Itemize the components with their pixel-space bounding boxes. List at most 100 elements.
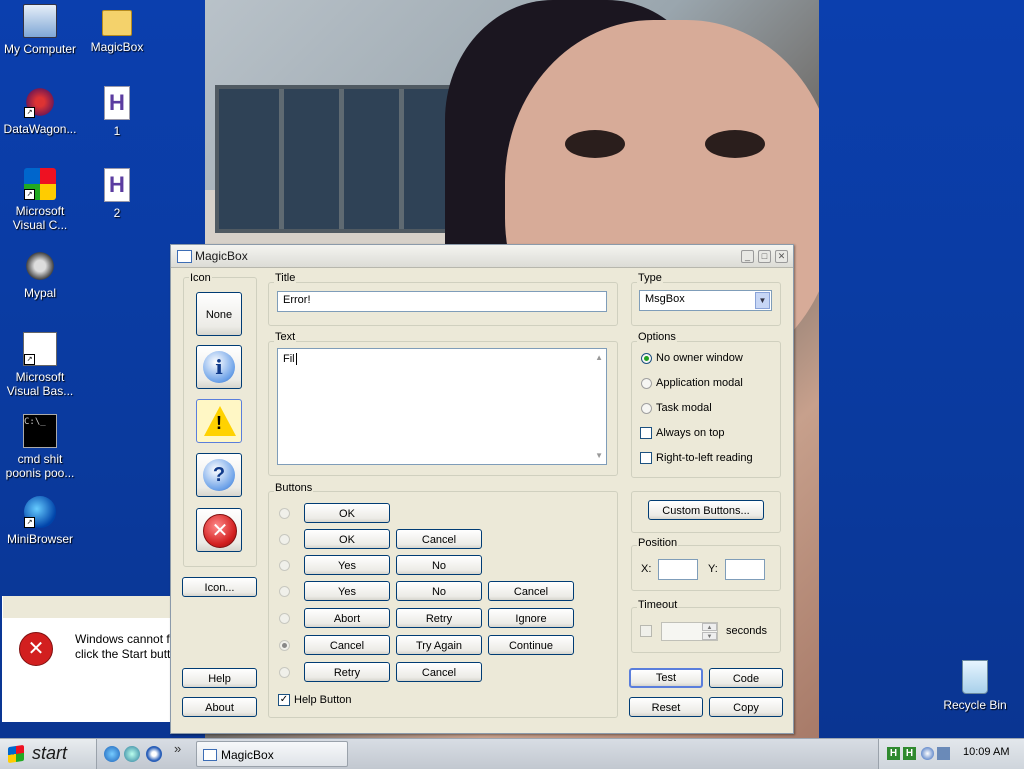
spin-down-icon[interactable]: ▼ (702, 632, 717, 640)
checkbox-right-to-left-label: Right-to-left reading (656, 452, 753, 464)
about-button[interactable]: About (182, 697, 257, 717)
desktop-icon-label: Recycle Bin (943, 698, 1007, 712)
tray-h-icon[interactable]: H (903, 747, 916, 760)
type-group-label: Type (637, 272, 663, 284)
buttons-radio-row-5[interactable] (279, 613, 290, 624)
preview-ok-button[interactable]: OK (304, 503, 390, 523)
radio-no-owner-window-label: No owner window (656, 352, 743, 364)
radio-no-owner-window[interactable] (641, 353, 652, 364)
preview-cancel-button[interactable]: Cancel (396, 662, 482, 682)
buttons-radio-row-7[interactable] (279, 667, 290, 678)
buttons-group-label: Buttons (274, 482, 314, 494)
desktop-icon-file-1[interactable]: H 1 (77, 86, 157, 138)
preview-cancel-button[interactable]: Cancel (488, 581, 574, 601)
desktop-icon-my-computer[interactable]: My Computer (0, 4, 80, 56)
desktop-icon-label: 2 (113, 206, 121, 220)
preview-no-button[interactable]: No (396, 555, 482, 575)
preview-yes-button[interactable]: Yes (304, 581, 390, 601)
quicklaunch-icon[interactable] (124, 746, 140, 762)
type-select[interactable]: MsgBox ▼ (639, 290, 772, 311)
warning-icon: ! (204, 406, 236, 436)
desktop-icon-label: cmd shit poonis poo... (5, 452, 75, 480)
text-textarea[interactable]: Fil ▲ ▼ (277, 348, 607, 465)
media-player-icon[interactable] (146, 746, 162, 762)
start-button[interactable]: start (0, 739, 97, 769)
cmd-icon: C:\_ (23, 414, 57, 448)
icon-error-button[interactable]: ✕ (196, 508, 242, 552)
close-button[interactable]: ✕ (775, 250, 788, 263)
minimize-button[interactable]: _ (741, 250, 754, 263)
preview-cancel-button[interactable]: Cancel (304, 635, 390, 655)
taskbar: start » MagicBox H H 10:09 AM (0, 738, 1024, 769)
title-bar[interactable]: MagicBox _ □ ✕ (171, 245, 793, 268)
preview-no-button[interactable]: No (396, 581, 482, 601)
desktop-icon-recycle-bin[interactable]: Recycle Bin (935, 660, 1015, 712)
copy-button[interactable]: Copy (709, 697, 783, 717)
preview-ignore-button[interactable]: Ignore (488, 608, 574, 628)
radio-task-modal[interactable] (641, 403, 652, 414)
desktop-icon-cmd[interactable]: C:\_ cmd shit poonis poo... (0, 414, 80, 480)
preview-cancel-button[interactable]: Cancel (396, 529, 482, 549)
radio-application-modal[interactable] (641, 378, 652, 389)
error-icon: ✕ (19, 632, 53, 666)
scroll-down-icon[interactable]: ▼ (595, 451, 603, 460)
buttons-radio-row-3[interactable] (279, 560, 290, 571)
quicklaunch-chevron-icon[interactable]: » (174, 741, 181, 756)
buttons-radio-row-4[interactable] (279, 586, 290, 597)
preview-abort-button[interactable]: Abort (304, 608, 390, 628)
chevron-down-icon[interactable]: ▼ (755, 292, 770, 309)
reset-button[interactable]: Reset (629, 697, 703, 717)
taskbar-button-magicbox[interactable]: MagicBox (196, 741, 348, 767)
preview-yes-button[interactable]: Yes (304, 555, 390, 575)
checkbox-help-button[interactable]: ✓ (278, 694, 290, 706)
desktop-icon-mypal[interactable]: Mypal (0, 250, 80, 300)
code-button[interactable]: Code (709, 668, 783, 688)
spin-up-icon[interactable]: ▲ (702, 623, 717, 631)
position-x-input[interactable] (658, 559, 698, 580)
desktop-icon-magicbox[interactable]: MagicBox (77, 4, 157, 54)
desktop-icon-visual-c[interactable]: ↗ Microsoft Visual C... (0, 168, 80, 232)
preview-retry-button[interactable]: Retry (396, 608, 482, 628)
desktop-icon-visual-basic[interactable]: ↗ Microsoft Visual Bas... (0, 332, 80, 398)
checkbox-always-on-top-label: Always on top (656, 427, 725, 439)
tray-network-icon[interactable] (921, 747, 934, 760)
title-input[interactable]: Error! (277, 291, 607, 312)
desktop-icon-label: MiniBrowser (6, 532, 73, 546)
buttons-radio-row-6[interactable] (279, 640, 290, 651)
desktop-icon-datawagon[interactable]: ↗ DataWagon... (0, 86, 80, 136)
desktop-icon-file-2[interactable]: H 2 (77, 168, 157, 220)
desktop-icon-minibrowser[interactable]: ↗ MiniBrowser (0, 496, 80, 546)
icon-none-button[interactable]: None (196, 292, 242, 336)
buttons-radio-row-1[interactable] (279, 508, 290, 519)
visual-basic-icon: ↗ (23, 332, 57, 366)
position-y-input[interactable] (725, 559, 765, 580)
icon-browse-button[interactable]: Icon... (182, 577, 257, 597)
desktop-icon-label: 1 (113, 124, 121, 138)
checkbox-always-on-top[interactable] (640, 427, 652, 439)
icon-warning-button[interactable]: ! (196, 399, 242, 443)
preview-retry-button[interactable]: Retry (304, 662, 390, 682)
error-dialog: ✕ Windows cannot f click the Start butt (2, 596, 181, 722)
text-value: Fil (283, 353, 295, 365)
radio-task-modal-label: Task modal (656, 402, 712, 414)
visual-studio-icon: ↗ (24, 168, 56, 200)
tray-h-icon[interactable]: H (887, 747, 900, 760)
scroll-up-icon[interactable]: ▲ (595, 353, 603, 362)
preview-continue-button[interactable]: Continue (488, 635, 574, 655)
checkbox-timeout[interactable] (640, 625, 652, 637)
desktop-icon-label: Mypal (23, 286, 56, 300)
checkbox-right-to-left[interactable] (640, 452, 652, 464)
buttons-radio-row-2[interactable] (279, 534, 290, 545)
mypal-icon (24, 250, 56, 282)
preview-try-again-button[interactable]: Try Again (396, 635, 482, 655)
ie-icon[interactable] (104, 746, 120, 762)
tray-volume-icon[interactable] (937, 747, 950, 760)
help-button[interactable]: Help (182, 668, 257, 688)
test-button[interactable]: Test (629, 668, 703, 688)
preview-ok-button[interactable]: OK (304, 529, 390, 549)
icon-question-button[interactable]: ? (196, 453, 242, 497)
desktop-icon-label: Microsoft Visual Bas... (6, 370, 74, 398)
icon-info-button[interactable]: i (196, 345, 242, 389)
custom-buttons-button[interactable]: Custom Buttons... (648, 500, 764, 520)
maximize-button[interactable]: □ (758, 250, 771, 263)
